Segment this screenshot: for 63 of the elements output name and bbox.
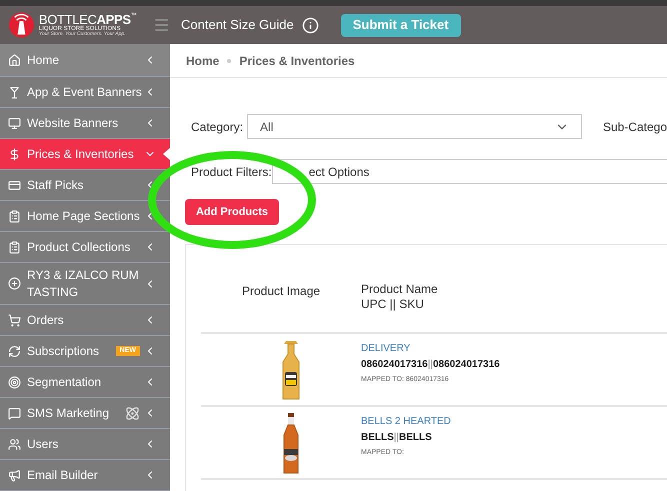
- users-icon: [8, 438, 21, 450]
- product-filters-field[interactable]: ect Options: [272, 159, 667, 184]
- bottle-icon: [281, 412, 301, 474]
- column-header: Product Image: [241, 283, 322, 300]
- sidebar-label: Orders: [27, 312, 65, 328]
- sidebar-label: Subscriptions: [27, 342, 100, 360]
- info-icon[interactable]: [302, 16, 319, 34]
- sidebar-label: SMS Marketing: [27, 404, 110, 422]
- sidebar-label: Home Page Sections: [27, 208, 141, 225]
- refresh-icon: [8, 344, 21, 358]
- sidebar-item[interactable]: Product Collections: [0, 232, 170, 264]
- sidebar-label: Segmentation: [27, 374, 102, 390]
- breadcrumb-link[interactable]: Home: [186, 52, 220, 70]
- home-icon: [8, 54, 21, 66]
- logo-icon: [8, 11, 35, 39]
- breadcrumb-link[interactable]: Prices & Inventories: [239, 52, 355, 70]
- column-header: Product Name: [361, 282, 438, 298]
- product-filters-label: Product Filters:: [191, 164, 272, 180]
- sidebar-item[interactable]: Home: [0, 44, 170, 78]
- product-code: 086024017316||086024017316: [361, 358, 500, 372]
- product-code: BELLS||BELLS: [361, 431, 433, 446]
- chat-icon: [8, 406, 21, 420]
- sidebar-label: Home: [27, 52, 60, 68]
- column-header: UPC || SKU: [361, 297, 425, 312]
- category-select[interactable]: All: [247, 114, 582, 139]
- sidebar-item[interactable]: Users: [0, 429, 170, 460]
- content-size-guide[interactable]: Content Size Guide: [181, 15, 294, 35]
- megaphone-icon: [8, 468, 21, 482]
- active-pointer: [163, 147, 171, 162]
- logo-wordmark: BOTTLECAPPS: [38, 13, 131, 26]
- add-products-button[interactable]: Add Products: [185, 199, 279, 226]
- sidebar-item[interactable]: App & Event Banners: [0, 77, 170, 108]
- clipboard-icon: [8, 210, 21, 223]
- glass-icon: [8, 86, 21, 99]
- submit-ticket-button[interactable]: Submit a Ticket: [340, 14, 461, 36]
- breadcrumb-separator: [227, 58, 232, 62]
- product-name-link[interactable]: BELLS 2 HEARTED: [361, 414, 451, 430]
- sidebar-item[interactable]: RY3 & IZALCO RUM TASTING: [0, 263, 170, 305]
- dollar-icon: [8, 148, 21, 161]
- card-icon: [8, 178, 21, 192]
- clipboard-icon: [8, 240, 21, 254]
- sidebar-item[interactable]: Prices & Inventories: [0, 139, 170, 170]
- plus-circle-icon: [8, 277, 21, 290]
- sidebar-label: App & Event Banners: [27, 84, 143, 101]
- monitor-icon: [8, 116, 21, 130]
- sidebar-item[interactable]: Orders: [0, 305, 170, 336]
- sidebar-item[interactable]: Segmentation: [0, 367, 170, 398]
- sidebar-label: Website Banners: [27, 114, 120, 132]
- sidebar-label: RY3 & IZALCO RUM TASTING: [27, 266, 140, 301]
- target-icon: [8, 376, 21, 388]
- sidebar-item[interactable]: Home Page Sections: [0, 201, 170, 232]
- sidebar-label: Users: [27, 436, 60, 452]
- category-label: Category:: [191, 118, 244, 136]
- subcategory-label: Sub-Catego: [602, 118, 667, 136]
- sidebar-label: Email Builder: [27, 466, 99, 484]
- sidebar-item[interactable]: Staff Picks: [0, 170, 170, 202]
- cart-icon: [8, 314, 21, 326]
- product-name-link[interactable]: DELIVERY: [361, 341, 500, 356]
- sidebar-label: Prices & Inventories: [27, 146, 135, 163]
- sidebar-item[interactable]: SMS Marketing: [0, 398, 170, 429]
- sidebar-item[interactable]: Email Builder: [0, 460, 170, 491]
- sidebar-label: Product Collections: [27, 238, 132, 256]
- sidebar-label: Staff Picks: [27, 176, 84, 194]
